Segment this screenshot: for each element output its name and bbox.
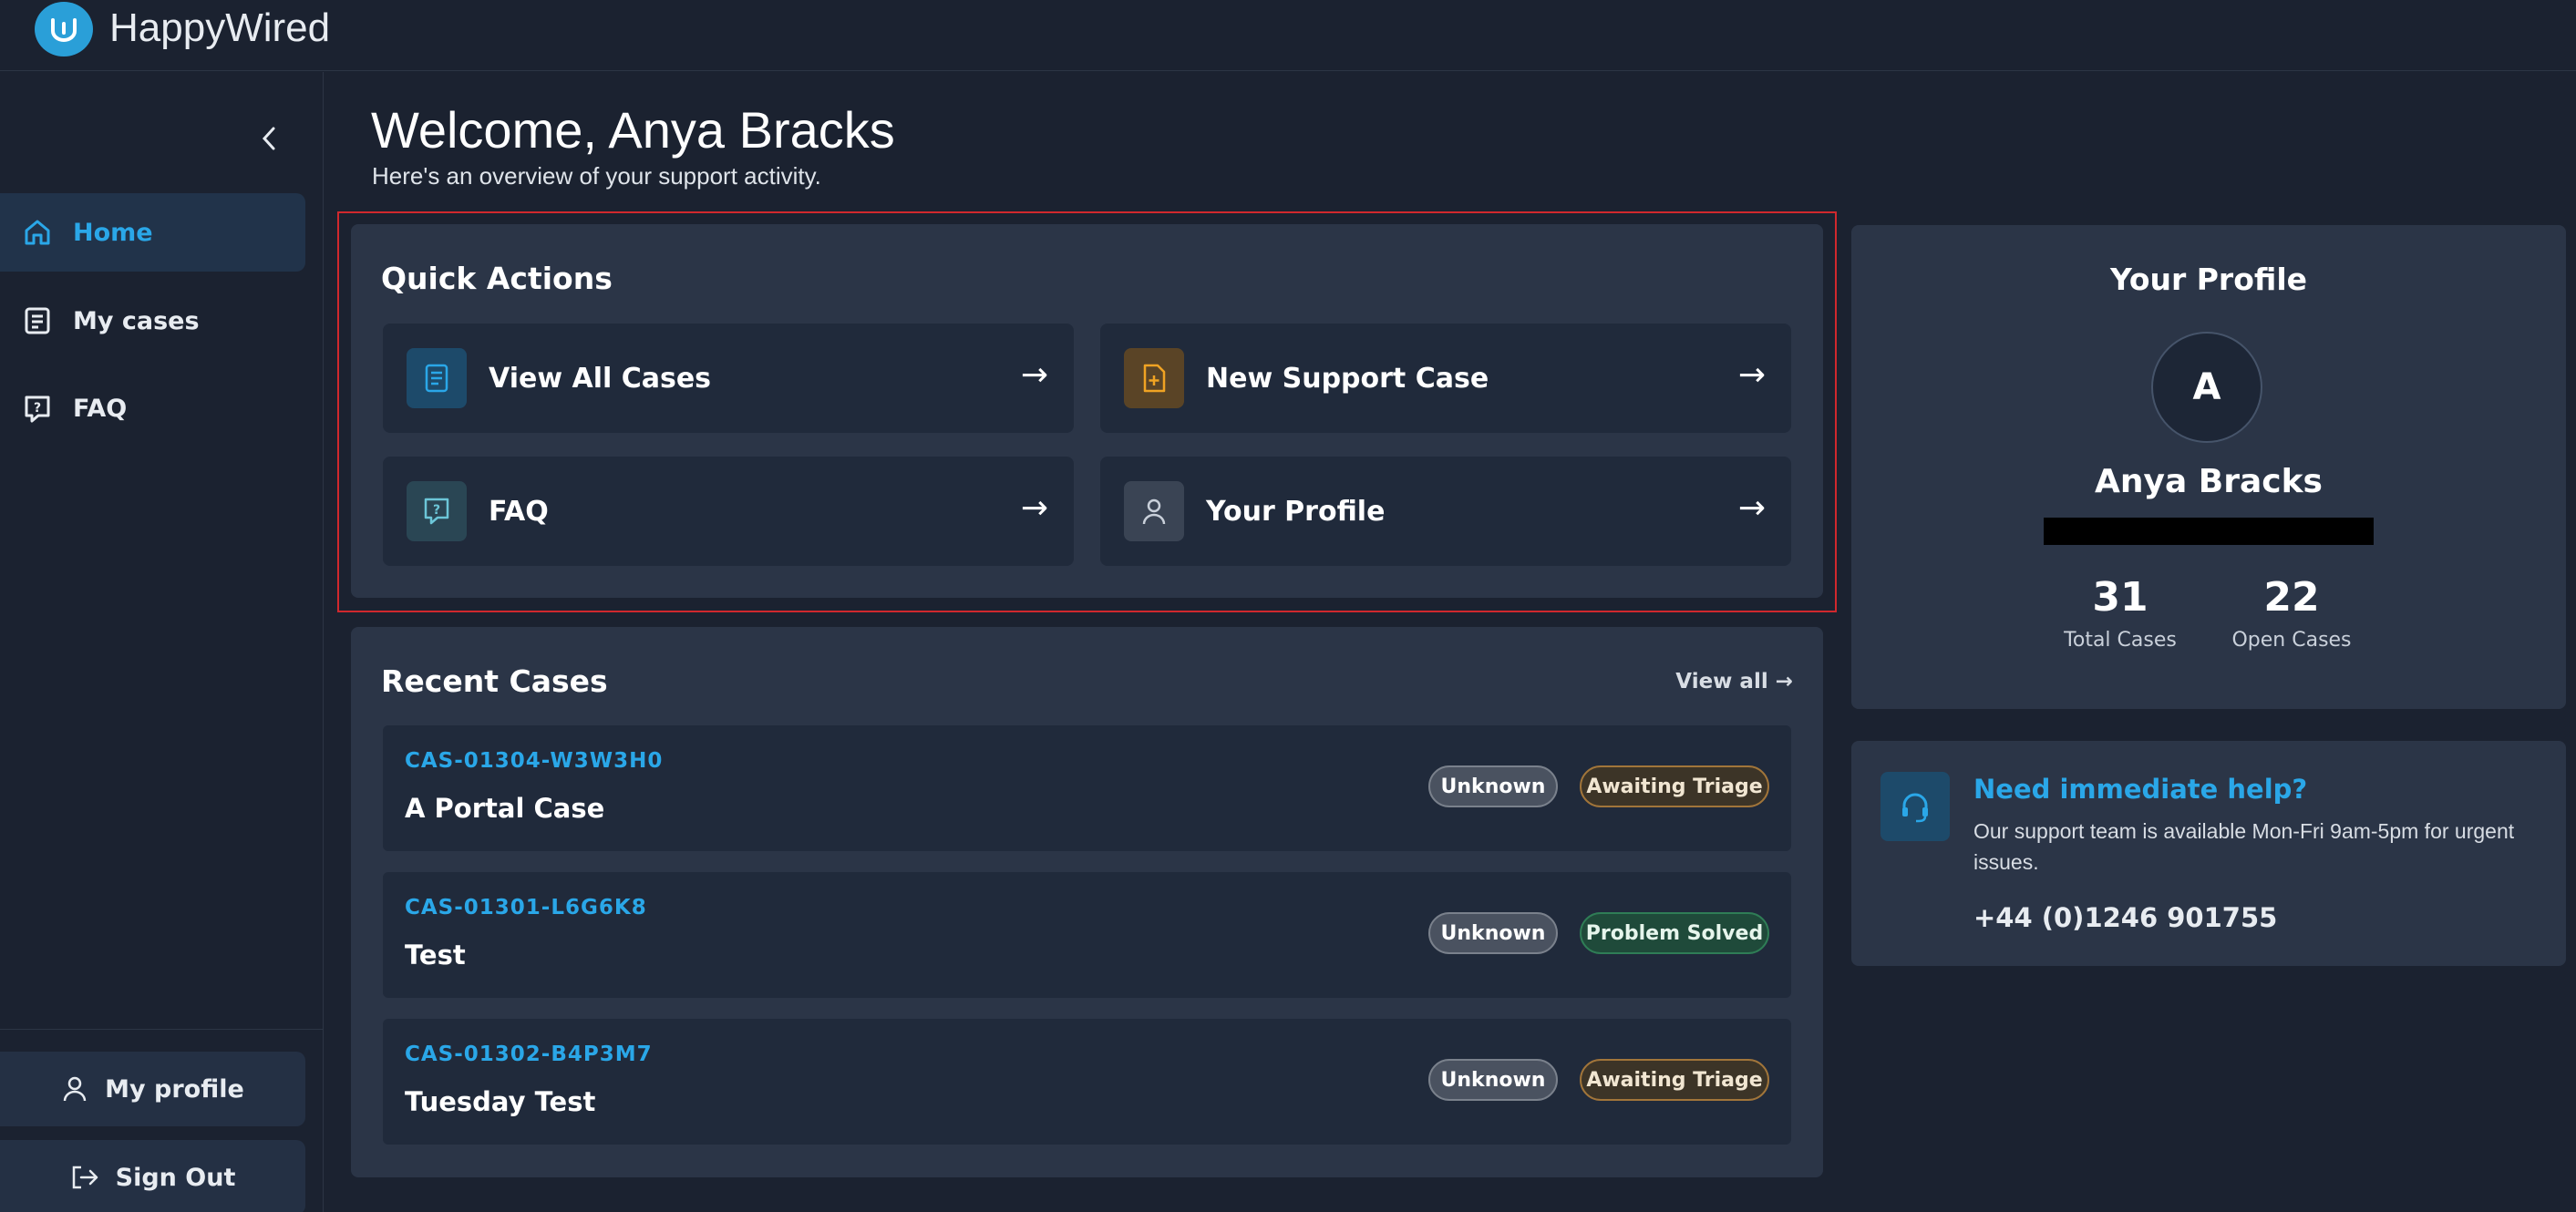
arrow-right-icon: → xyxy=(1020,356,1048,394)
my-profile-label: My profile xyxy=(105,1074,244,1104)
priority-badge: Unknown xyxy=(1428,912,1558,954)
faq-label: FAQ xyxy=(489,495,549,528)
your-profile-button[interactable]: Your Profile → xyxy=(1100,457,1791,566)
total-cases-label: Total Cases xyxy=(2064,629,2177,652)
sidebar-item-my-cases[interactable]: My cases xyxy=(0,282,305,360)
case-title: Tuesday Test xyxy=(405,1086,596,1117)
page-subtitle: Here's an overview of your support activ… xyxy=(372,162,821,190)
user-icon xyxy=(1124,481,1184,541)
page-title: Welcome, Anya Bracks xyxy=(371,101,895,159)
case-id[interactable]: CAS-01302-B4P3M7 xyxy=(405,1043,653,1066)
sidebar-divider xyxy=(0,1029,323,1030)
case-title: Test xyxy=(405,940,466,971)
view-all-cases-button[interactable]: View All Cases → xyxy=(383,324,1074,433)
new-support-case-button[interactable]: New Support Case → xyxy=(1100,324,1791,433)
chevron-left-icon xyxy=(262,127,275,150)
case-row[interactable]: CAS-01301-L6G6K8 Test Unknown Problem So… xyxy=(383,872,1791,998)
priority-badge: Unknown xyxy=(1428,765,1558,807)
sign-out-icon xyxy=(72,1166,98,1189)
profile-title: Your Profile xyxy=(2109,262,2308,297)
my-profile-button[interactable]: My profile xyxy=(0,1052,305,1126)
sidebar-item-label: Home xyxy=(73,218,153,247)
view-all-cases-label: View All Cases xyxy=(489,362,712,395)
case-id[interactable]: CAS-01301-L6G6K8 xyxy=(405,896,647,919)
faq-button[interactable]: ? FAQ → xyxy=(383,457,1074,566)
arrow-right-icon: → xyxy=(1020,489,1048,527)
document-list-icon xyxy=(407,348,467,408)
collapse-sidebar-button[interactable] xyxy=(255,118,283,159)
sign-out-button[interactable]: Sign Out xyxy=(0,1140,305,1212)
new-support-case-label: New Support Case xyxy=(1206,362,1489,395)
status-badge: Problem Solved xyxy=(1580,912,1769,954)
sidebar-item-label: FAQ xyxy=(73,394,128,423)
redacted-email xyxy=(2044,518,2374,545)
view-all-link[interactable]: View all → xyxy=(1675,670,1793,693)
recent-cases-title: Recent Cases xyxy=(381,663,608,699)
open-cases-label: Open Cases xyxy=(2231,629,2352,652)
help-phone[interactable]: +44 (0)1246 901755 xyxy=(1973,902,2277,933)
svg-text:?: ? xyxy=(34,401,41,416)
case-title: A Portal Case xyxy=(405,793,605,824)
open-cases-count: 22 xyxy=(2263,574,2320,621)
top-bar: HappyWired xyxy=(0,0,2576,71)
document-icon xyxy=(25,307,50,334)
app-name[interactable]: HappyWired xyxy=(109,5,330,51)
your-profile-label: Your Profile xyxy=(1206,495,1386,528)
help-title: Need immediate help? xyxy=(1973,774,2308,805)
case-row[interactable]: CAS-01304-W3W3H0 A Portal Case Unknown A… xyxy=(383,725,1791,851)
status-badge: Awaiting Triage xyxy=(1580,765,1769,807)
help-card: Need immediate help? Our support team is… xyxy=(1851,741,2566,966)
arrow-right-icon: → xyxy=(1737,356,1766,394)
status-badge: Awaiting Triage xyxy=(1580,1059,1769,1101)
home-icon xyxy=(25,220,50,245)
sidebar-item-home[interactable]: Home xyxy=(0,193,305,272)
quick-actions-card: Quick Actions View All Cases → New Suppo… xyxy=(351,224,1823,598)
arrow-right-icon: → xyxy=(1737,489,1766,527)
question-icon: ? xyxy=(407,481,467,541)
priority-badge: Unknown xyxy=(1428,1059,1558,1101)
sidebar-item-faq[interactable]: ? FAQ xyxy=(0,369,305,447)
total-cases-count: 31 xyxy=(2092,574,2148,621)
case-id[interactable]: CAS-01304-W3W3H0 xyxy=(405,749,663,773)
sidebar-item-label: My cases xyxy=(73,306,200,335)
headset-icon xyxy=(1880,772,1950,841)
avatar: A xyxy=(2151,332,2262,443)
case-row[interactable]: CAS-01302-B4P3M7 Tuesday Test Unknown Aw… xyxy=(383,1019,1791,1145)
quick-actions-title: Quick Actions xyxy=(381,261,613,296)
question-icon: ? xyxy=(25,395,50,423)
sign-out-label: Sign Out xyxy=(115,1163,236,1192)
sidebar: Home My cases ? FAQ My profile Sign Out xyxy=(0,72,324,1212)
new-document-icon xyxy=(1124,348,1184,408)
help-text: Our support team is available Mon-Fri 9a… xyxy=(1973,819,2515,874)
user-icon xyxy=(63,1076,87,1102)
svg-text:?: ? xyxy=(433,503,440,518)
profile-name: Anya Bracks xyxy=(2095,463,2323,500)
logo-icon[interactable] xyxy=(35,2,93,56)
